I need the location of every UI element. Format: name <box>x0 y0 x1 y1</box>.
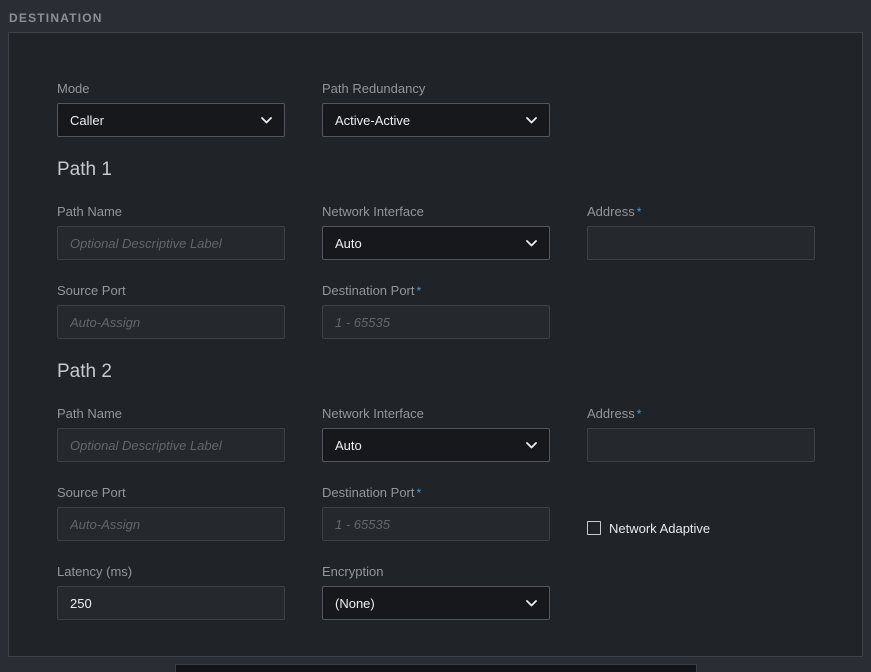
path1-source-port-field: Source Port <box>57 283 285 339</box>
path2-network-interface-label: Network Interface <box>322 406 550 422</box>
page-title: DESTINATION <box>9 11 103 25</box>
path2-network-interface-field: Network Interface Auto <box>322 406 550 462</box>
mode-select[interactable]: Caller <box>57 103 285 137</box>
path2-heading: Path 2 <box>57 361 862 383</box>
path2-row2: Source Port Destination Port* Network Ad… <box>57 485 862 541</box>
path-redundancy-select-value: Active-Active <box>335 113 410 128</box>
path-redundancy-select[interactable]: Active-Active <box>322 103 550 137</box>
path1-destination-port-label-text: Destination Port <box>322 283 415 298</box>
path2-network-interface-value: Auto <box>335 438 362 453</box>
path1-source-port-label: Source Port <box>57 283 285 299</box>
path2-name-label: Path Name <box>57 406 285 422</box>
chevron-down-icon <box>261 117 272 124</box>
encryption-select[interactable]: (None) <box>322 586 550 620</box>
path1-name-field: Path Name <box>57 204 285 260</box>
latency-row: Latency (ms) Encryption (None) <box>57 564 862 620</box>
path1-address-field: Address* <box>587 204 815 260</box>
path1-network-interface-value: Auto <box>335 236 362 251</box>
path-redundancy-field: Path Redundancy Active-Active <box>322 81 550 137</box>
path2-address-input[interactable] <box>587 428 815 462</box>
path2-source-port-field: Source Port <box>57 485 285 541</box>
required-asterisk: * <box>637 205 642 219</box>
path2-name-field: Path Name <box>57 406 285 462</box>
latency-input[interactable] <box>57 586 285 620</box>
path1-network-interface-select[interactable]: Auto <box>322 226 550 260</box>
path2-destination-port-input[interactable] <box>322 507 550 541</box>
required-asterisk: * <box>417 486 422 500</box>
checkbox-icon <box>587 521 601 535</box>
path2-destination-port-field: Destination Port* <box>322 485 550 541</box>
path2-source-port-input[interactable] <box>57 507 285 541</box>
path1-address-label-text: Address <box>587 204 635 219</box>
path1-row1: Path Name Network Interface Auto Address… <box>57 204 862 260</box>
network-adaptive-label: Network Adaptive <box>609 521 710 536</box>
path1-destination-port-input[interactable] <box>322 305 550 339</box>
encryption-field: Encryption (None) <box>322 564 550 620</box>
required-asterisk: * <box>637 407 642 421</box>
path2-address-field: Address* <box>587 406 815 462</box>
network-adaptive-field: Network Adaptive <box>587 507 815 541</box>
required-asterisk: * <box>417 284 422 298</box>
chevron-down-icon <box>526 117 537 124</box>
path1-heading: Path 1 <box>57 159 862 181</box>
path2-destination-port-label: Destination Port* <box>322 485 550 501</box>
network-adaptive-checkbox[interactable]: Network Adaptive <box>587 507 815 541</box>
chevron-down-icon <box>526 240 537 247</box>
latency-label: Latency (ms) <box>57 564 285 580</box>
path2-destination-port-label-text: Destination Port <box>322 485 415 500</box>
path1-row2: Source Port Destination Port* <box>57 283 862 339</box>
path-redundancy-label: Path Redundancy <box>322 81 550 97</box>
path2-row1: Path Name Network Interface Auto Address… <box>57 406 862 462</box>
path2-name-input[interactable] <box>57 428 285 462</box>
destination-panel: Mode Caller Path Redundancy Active-Activ… <box>8 32 863 657</box>
chevron-down-icon <box>526 442 537 449</box>
next-panel-partial <box>175 664 697 672</box>
mode-field: Mode Caller <box>57 81 285 137</box>
path1-address-label: Address* <box>587 204 815 220</box>
mode-row: Mode Caller Path Redundancy Active-Activ… <box>57 81 862 137</box>
latency-field: Latency (ms) <box>57 564 285 620</box>
path1-name-input[interactable] <box>57 226 285 260</box>
path1-destination-port-label: Destination Port* <box>322 283 550 299</box>
path2-source-port-label: Source Port <box>57 485 285 501</box>
encryption-label: Encryption <box>322 564 550 580</box>
path1-address-input[interactable] <box>587 226 815 260</box>
encryption-select-value: (None) <box>335 596 375 611</box>
path2-address-label-text: Address <box>587 406 635 421</box>
path1-network-interface-field: Network Interface Auto <box>322 204 550 260</box>
path2-network-interface-select[interactable]: Auto <box>322 428 550 462</box>
path1-network-interface-label: Network Interface <box>322 204 550 220</box>
path1-source-port-input[interactable] <box>57 305 285 339</box>
path2-address-label: Address* <box>587 406 815 422</box>
mode-select-value: Caller <box>70 113 104 128</box>
chevron-down-icon <box>526 600 537 607</box>
mode-label: Mode <box>57 81 285 97</box>
path1-name-label: Path Name <box>57 204 285 220</box>
path1-destination-port-field: Destination Port* <box>322 283 550 339</box>
